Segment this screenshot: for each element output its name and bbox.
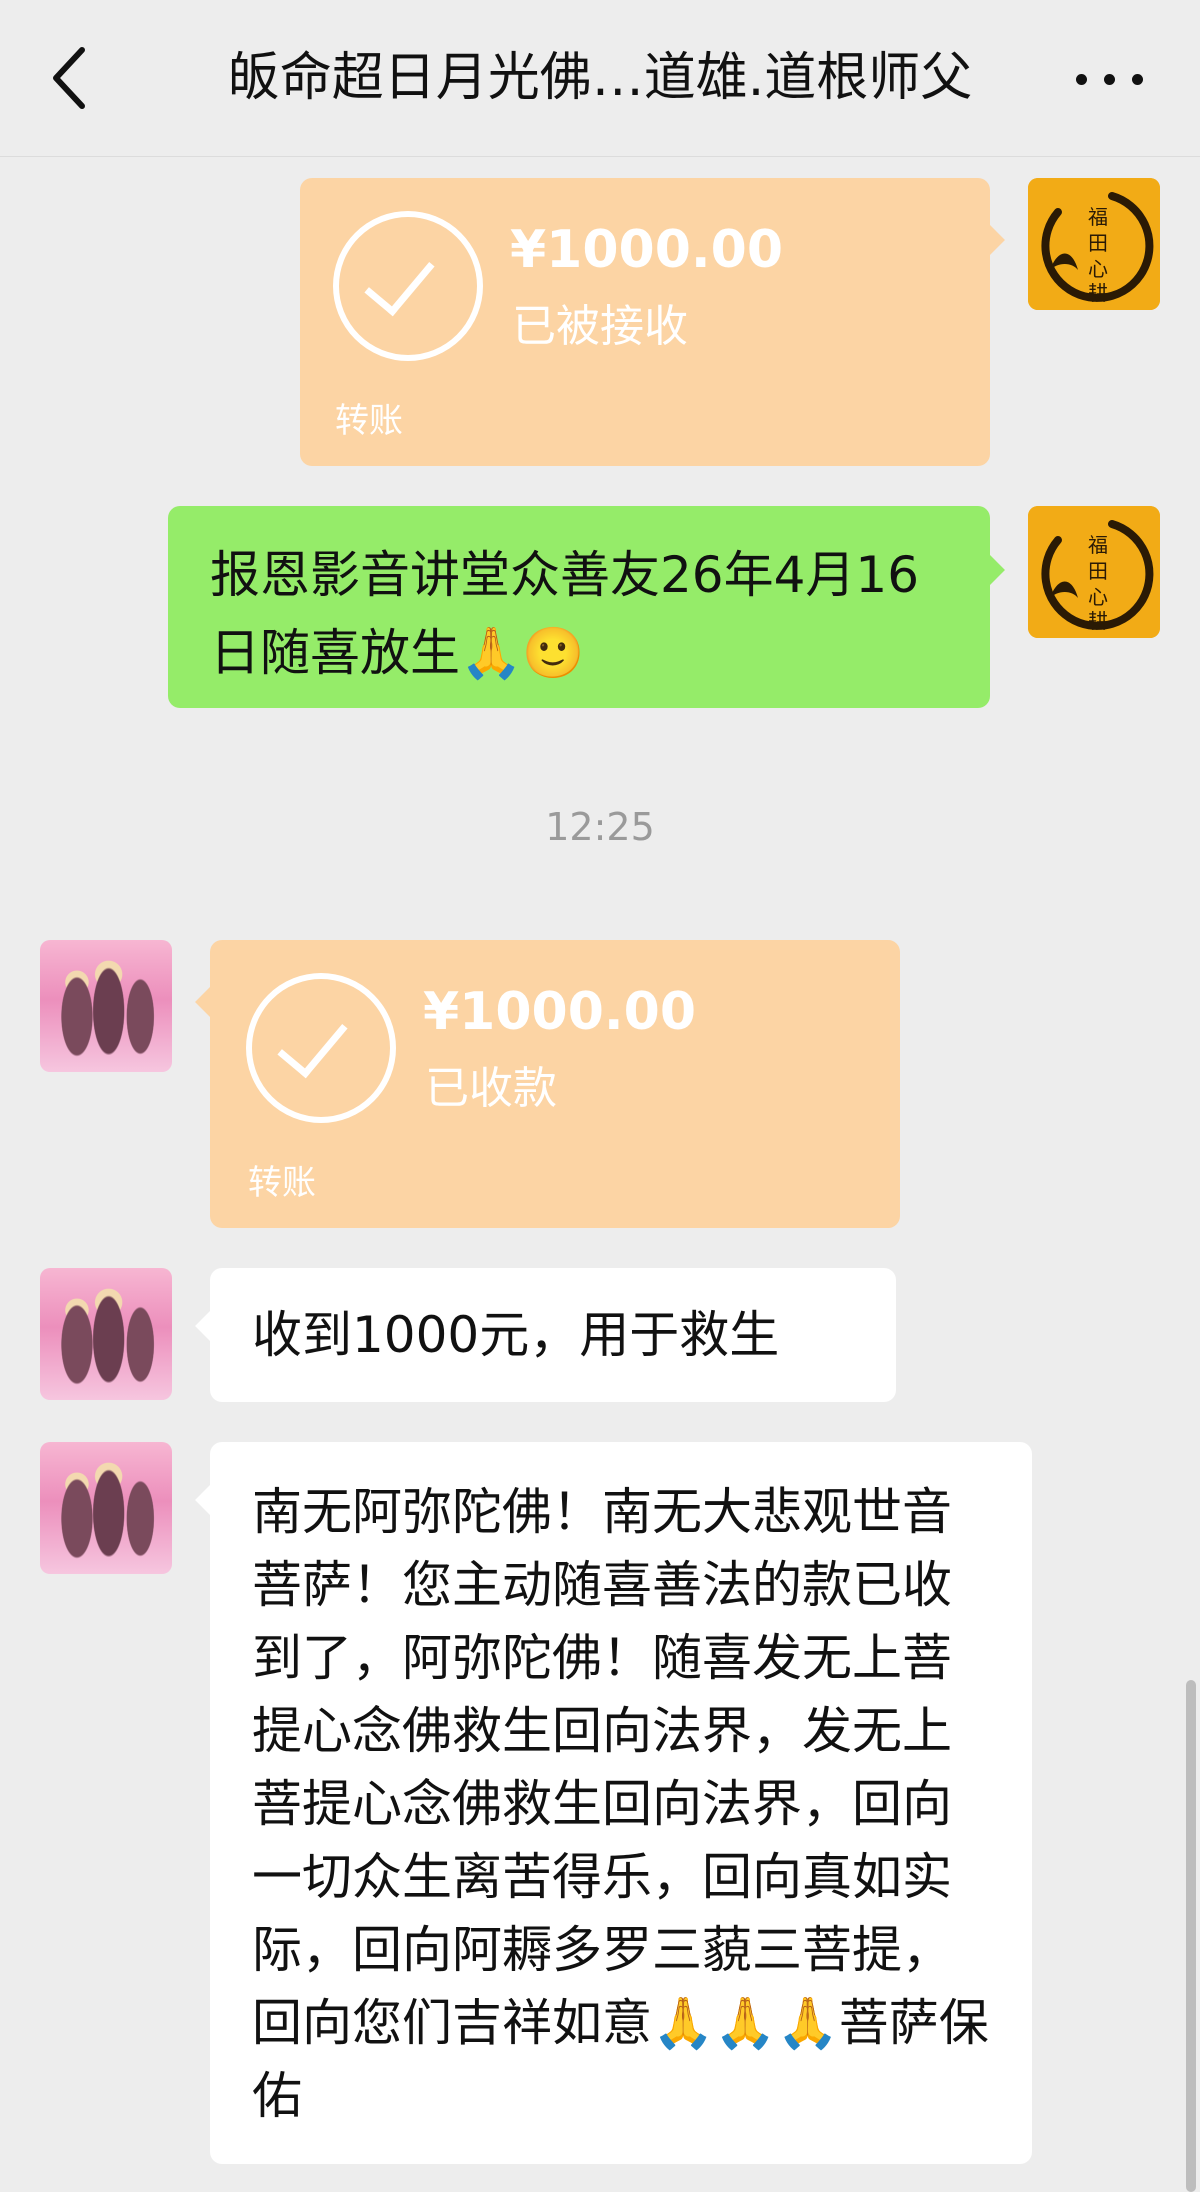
avatar-char: 耕	[1088, 281, 1108, 305]
check-circle-icon	[246, 973, 396, 1123]
avatar-char: 田	[1088, 559, 1108, 583]
chat-title: 皈命超日月光佛…道雄.道根师父	[227, 48, 973, 108]
bubble-tail	[971, 553, 1005, 587]
transfer-bubble-received[interactable]: ¥1000.00 已收款 转账	[195, 940, 900, 1228]
contact-avatar[interactable]	[40, 1268, 172, 1400]
received-text-bubble[interactable]: 南无阿弥陀佛！南无大悲观世音菩萨！您主动随喜善法的款已收到了，阿弥陀佛！随喜发无…	[195, 1442, 1032, 2164]
received-text-bubble[interactable]: 收到1000元，用于救生	[195, 1268, 896, 1402]
transfer-status: 已被接收	[512, 301, 688, 352]
my-avatar[interactable]: 福 田 心 耕	[1028, 178, 1160, 310]
time-stamp: 12:25	[545, 805, 655, 849]
bubble-tail	[195, 985, 229, 1019]
avatar-char: 耕	[1088, 609, 1108, 633]
avatar-char: 心	[1088, 585, 1108, 609]
back-button[interactable]	[44, 40, 104, 116]
chat-header: 皈命超日月光佛…道雄.道根师父	[0, 0, 1200, 157]
more-icon-dot	[1132, 74, 1143, 85]
my-avatar[interactable]: 福 田 心 耕	[1028, 506, 1160, 638]
fu-tian-xin-geng-logo: 福 田 心 耕	[1028, 506, 1160, 638]
fu-tian-xin-geng-logo: 福 田 心 耕	[1028, 178, 1160, 310]
avatar-char: 田	[1088, 231, 1108, 255]
message-text: 收到1000元，用于救生	[252, 1306, 780, 1364]
message-text: 南无阿弥陀佛！南无大悲观世音菩萨！您主动随喜善法的款已收到了，阿弥陀佛！随喜发无…	[252, 1483, 989, 2125]
more-icon-dot	[1076, 74, 1087, 85]
chevron-left-icon	[53, 47, 85, 109]
avatar-char: 心	[1088, 257, 1108, 281]
transfer-amount: ¥1000.00	[510, 220, 784, 280]
more-button[interactable]	[1060, 48, 1160, 108]
bubble-tail	[195, 1483, 229, 1517]
bubble-tail	[195, 1309, 229, 1343]
check-circle-icon	[333, 211, 483, 361]
sent-text-bubble[interactable]: 报恩影音讲堂众善友26年4月16日随喜放生🙏🙂	[168, 506, 1005, 708]
bubble-tail	[971, 223, 1005, 257]
transfer-bubble-sent[interactable]: ¥1000.00 已被接收 转账	[300, 178, 1005, 466]
avatar-char: 福	[1088, 533, 1108, 557]
contact-avatar[interactable]	[40, 940, 172, 1072]
more-icon-dot	[1104, 74, 1115, 85]
contact-avatar[interactable]	[40, 1442, 172, 1574]
transfer-label: 转账	[335, 401, 403, 441]
transfer-status: 已收款	[425, 1063, 557, 1114]
transfer-amount: ¥1000.00	[423, 982, 697, 1042]
scrollbar[interactable]	[1186, 1680, 1196, 2192]
transfer-label: 转账	[248, 1163, 316, 1203]
avatar-char: 福	[1088, 205, 1108, 229]
message-text: 报恩影音讲堂众善友26年4月16日随喜放生🙏🙂	[210, 546, 920, 682]
